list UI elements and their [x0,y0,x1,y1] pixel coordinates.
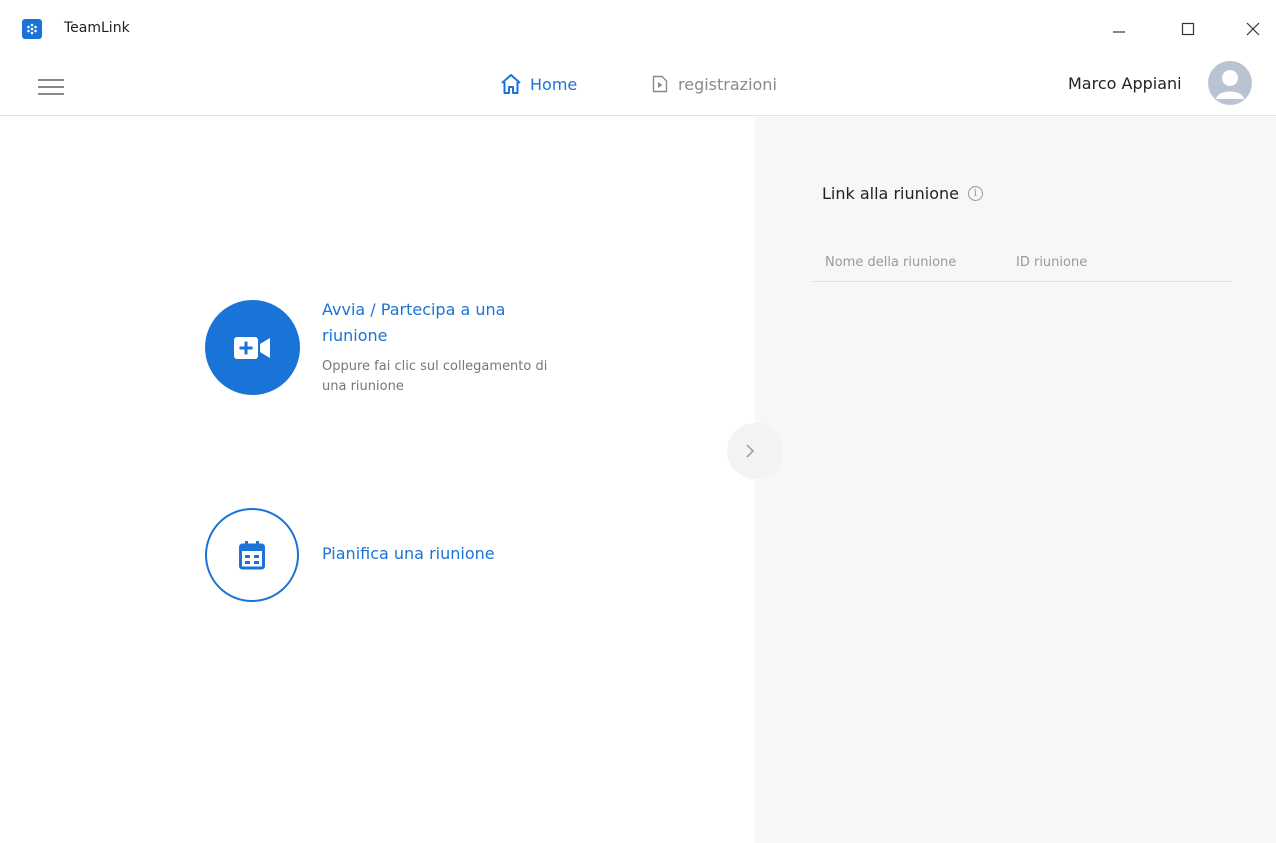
schedule-meeting-button[interactable] [205,508,299,602]
start-meeting-button[interactable] [205,300,300,395]
user-avatar-icon [1216,70,1244,99]
collapse-panel-button[interactable] [727,423,783,479]
start-meeting-title[interactable]: Avvia / Partecipa a una riunione [322,297,552,349]
nav-bar: Home registrazioni Marco Appiani [0,58,1276,116]
meeting-links-panel: Link alla riunione i Nome della riunione… [755,117,1276,843]
avatar[interactable] [1208,61,1252,105]
recording-file-icon [652,75,668,93]
panel-title-text: Link alla riunione [822,184,959,203]
home-icon [501,74,521,94]
start-meeting-subtitle: Oppure fai clic sul collegamento di una … [322,359,548,394]
table-header: Nome della riunione ID riunione [812,244,1232,282]
close-icon [1246,22,1260,36]
tab-home[interactable]: Home [500,71,577,97]
maximize-button[interactable] [1173,14,1203,44]
minimize-icon [1113,31,1125,33]
info-icon[interactable]: i [967,186,983,201]
teamlink-logo-icon [22,19,42,39]
title-bar: TeamLink [0,0,1276,58]
tab-home-label: Home [530,74,578,94]
close-button[interactable] [1238,14,1268,44]
column-header-id: ID riunione [1016,255,1088,270]
app-title: TeamLink [64,20,130,36]
user-name[interactable]: Marco Appiani [1068,74,1182,93]
tab-recordings-label: registrazioni [678,74,777,94]
calendar-icon [239,541,265,570]
minimize-button[interactable] [1104,14,1134,44]
panel-title: Link alla riunione i [822,184,983,203]
menu-icon[interactable] [38,75,64,99]
video-camera-plus-icon [233,336,270,359]
maximize-icon [1181,22,1195,36]
chevron-right-icon [746,444,755,458]
column-header-name: Nome della riunione [825,255,957,270]
tab-recordings[interactable]: registrazioni [652,71,777,97]
schedule-meeting-title[interactable]: Pianifica una riunione [322,544,582,563]
